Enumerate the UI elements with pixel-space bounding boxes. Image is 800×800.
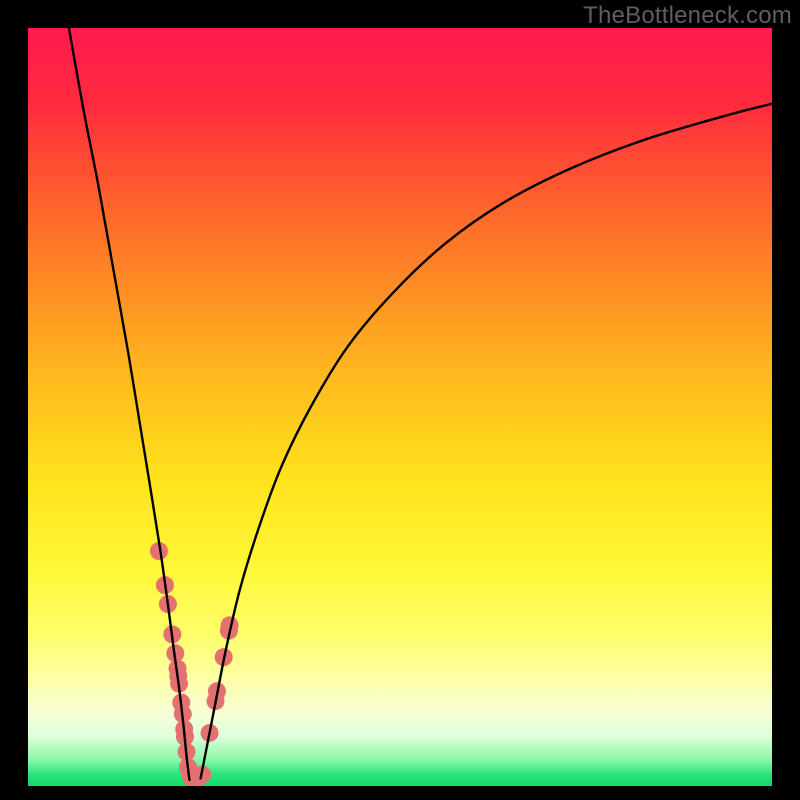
gradient-background — [28, 28, 772, 786]
plot-area — [28, 28, 772, 786]
chart-svg — [28, 28, 772, 786]
watermark-text: TheBottleneck.com — [583, 2, 792, 30]
outer-frame: TheBottleneck.com — [0, 0, 800, 800]
